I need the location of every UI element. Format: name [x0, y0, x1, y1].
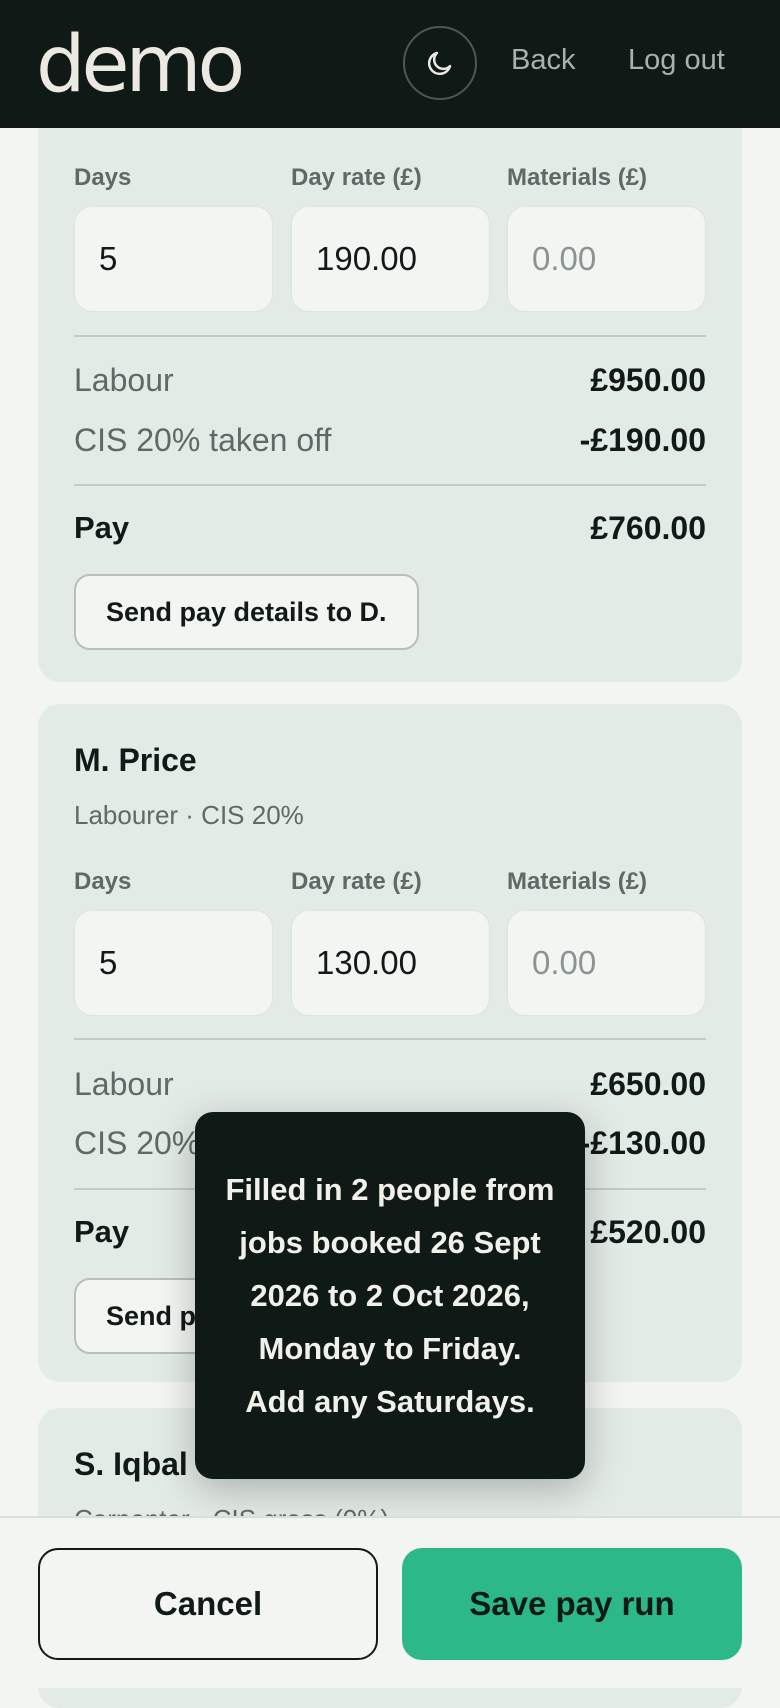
autofill-toast: Filled in 2 people from jobs booked 26 S…	[195, 1112, 585, 1479]
app-header: demo Back Log out	[0, 0, 780, 128]
moon-icon	[427, 51, 452, 76]
day-rate-input[interactable]: 190.00	[291, 206, 490, 312]
days-input[interactable]: 5	[74, 910, 273, 1016]
demo-logo[interactable]: demo	[36, 20, 245, 110]
days-label: Days	[74, 868, 132, 895]
logout-link[interactable]: Log out	[628, 44, 725, 77]
labour-value: £650.00	[590, 1066, 706, 1102]
days-input[interactable]: 5	[74, 206, 273, 312]
worker-name: S. Iqbal	[74, 1446, 188, 1482]
labour-value: £950.00	[590, 362, 706, 398]
day-rate-input[interactable]: 130.00	[291, 910, 490, 1016]
pay-label: Pay	[74, 510, 130, 545]
bottom-action-bar: Cancel Save pay run	[0, 1516, 780, 1688]
cancel-button[interactable]: Cancel	[38, 1548, 378, 1660]
divider	[74, 484, 706, 486]
materials-label: Materials (£)	[507, 164, 648, 191]
send-pay-details-button[interactable]: Send pay details to D.	[74, 574, 419, 650]
labour-label: Labour	[74, 1066, 174, 1102]
cis-label: CIS 20% taken off	[74, 422, 332, 458]
materials-label: Materials (£)	[507, 868, 648, 895]
theme-toggle-button[interactable]	[403, 26, 477, 100]
worker-card: Days Day rate (£) Materials (£) 5 190.00…	[38, 100, 742, 682]
cis-value: -£190.00	[579, 422, 706, 458]
worker-name: M. Price	[74, 742, 197, 778]
day-rate-label: Day rate (£)	[291, 868, 422, 895]
divider	[74, 1038, 706, 1040]
day-rate-label: Day rate (£)	[291, 164, 422, 191]
materials-input[interactable]: 0.00	[507, 910, 706, 1016]
pay-value: £760.00	[590, 510, 706, 546]
materials-input[interactable]: 0.00	[507, 206, 706, 312]
save-pay-run-button[interactable]: Save pay run	[402, 1548, 742, 1660]
pay-label: Pay	[74, 1214, 130, 1249]
divider	[74, 335, 706, 337]
pay-value: £520.00	[590, 1214, 706, 1250]
back-link[interactable]: Back	[511, 44, 575, 77]
days-label: Days	[74, 164, 132, 191]
worker-role: Labourer · CIS 20%	[74, 800, 304, 830]
cis-value: -£130.00	[579, 1125, 706, 1161]
labour-label: Labour	[74, 362, 174, 398]
